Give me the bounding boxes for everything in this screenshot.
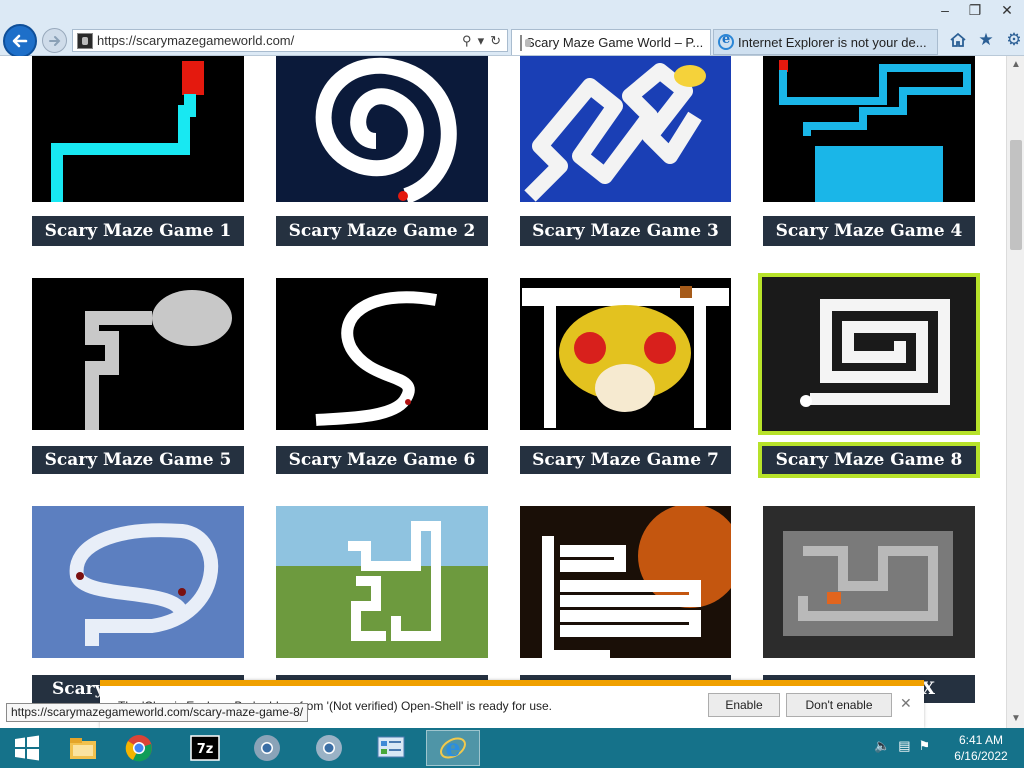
settings-gear-icon[interactable]: ⚙ — [1004, 30, 1024, 50]
game-label-8[interactable]: Scary Maze Game 8 — [762, 446, 976, 474]
maze-thumbnail-5[interactable] — [32, 278, 244, 430]
network-icon[interactable]: ▤ — [898, 738, 910, 754]
maze-thumbnail-1[interactable] — [32, 56, 244, 202]
maze-thumbnail-6[interactable] — [276, 278, 488, 430]
game-label-4[interactable]: Scary Maze Game 4 — [763, 216, 975, 246]
internet-explorer-icon — [718, 32, 734, 50]
chrome-icon[interactable] — [112, 730, 166, 766]
clock-date: 6/16/2022 — [954, 749, 1008, 763]
game-label-1[interactable]: Scary Maze Game 1 — [32, 216, 244, 246]
site-favicon — [77, 32, 93, 49]
clock-time: 6:41 AM — [958, 733, 1004, 747]
address-url[interactable]: https://scarymazegameworld.com/ — [97, 33, 462, 48]
maze-thumbnail-7[interactable] — [520, 278, 731, 430]
speaker-muted-icon[interactable]: 🔈 — [874, 738, 890, 754]
back-button[interactable] — [3, 24, 37, 58]
site-favicon — [520, 34, 531, 51]
scroll-up-arrow-icon[interactable]: ▲ — [1007, 56, 1024, 74]
link-status-tooltip: https://scarymazegameworld.com/scary-maz… — [6, 703, 309, 722]
close-tab-icon[interactable]: ✕ — [703, 35, 710, 51]
forward-button[interactable] — [42, 28, 67, 53]
search-icon[interactable]: ⚲ — [462, 33, 472, 49]
chrome-beta-icon[interactable] — [302, 730, 356, 766]
game-label-5[interactable]: Scary Maze Game 5 — [32, 446, 244, 474]
maze-thumbnail-12[interactable] — [763, 506, 975, 658]
7-zip-icon[interactable]: 7z — [178, 730, 232, 766]
maze-thumbnail-2[interactable] — [276, 56, 488, 202]
maze-thumbnail-3[interactable] — [520, 56, 731, 202]
maze-thumbnail-10[interactable] — [276, 506, 488, 658]
chrome-canary-icon[interactable] — [240, 730, 294, 766]
windows-start-icon[interactable] — [0, 730, 54, 766]
close-notification-icon[interactable]: ✕ — [900, 695, 912, 712]
scroll-down-arrow-icon[interactable]: ▼ — [1007, 710, 1024, 728]
internet-explorer-taskbar-icon[interactable]: e — [426, 730, 480, 766]
game-label-2[interactable]: Scary Maze Game 2 — [276, 216, 488, 246]
maze-thumbnail-11[interactable] — [520, 506, 731, 658]
dropdown-arrow-icon[interactable]: ▾ — [478, 33, 485, 49]
maze-thumbnail-9[interactable] — [32, 506, 244, 658]
home-icon[interactable] — [948, 30, 968, 50]
tab-title: Scary Maze Game World – P... — [526, 35, 704, 50]
close-window-button[interactable]: ✕ — [990, 0, 1024, 20]
action-center-icon[interactable]: ⚑ — [918, 738, 930, 754]
file-explorer-icon[interactable] — [56, 730, 110, 766]
favorites-star-icon[interactable]: ★ — [976, 30, 996, 50]
address-bar[interactable]: https://scarymazegameworld.com/ ⚲ ▾ ↻ — [72, 29, 508, 52]
arrow-left-icon — [12, 34, 28, 48]
enable-button[interactable]: Enable — [708, 693, 780, 717]
tab-internet-explorer-default[interactable]: Internet Explorer is not your de... — [713, 29, 938, 55]
minimize-button[interactable]: – — [930, 0, 960, 20]
game-label-6[interactable]: Scary Maze Game 6 — [276, 446, 488, 474]
svg-text:7z: 7z — [197, 742, 214, 757]
control-panel-icon[interactable] — [364, 730, 418, 766]
maze-thumbnail-8[interactable] — [762, 277, 976, 431]
browser-toolbar: – ❐ ✕ https://scarymazegameworld.com/ ⚲ … — [0, 0, 1024, 58]
system-tray: 🔈 ▤ ⚑ — [874, 738, 930, 754]
taskbar-clock[interactable]: 6:41 AM 6/16/2022 — [946, 732, 1016, 764]
tab-scary-maze-game-world[interactable]: Scary Maze Game World – P... ✕ — [511, 29, 711, 55]
maze-thumbnail-4[interactable] — [763, 56, 975, 202]
game-label-3[interactable]: Scary Maze Game 3 — [520, 216, 731, 246]
tab-title: Internet Explorer is not your de... — [738, 34, 927, 50]
arrow-right-icon — [48, 35, 60, 46]
maximize-button[interactable]: ❐ — [960, 0, 990, 20]
refresh-icon[interactable]: ↻ — [490, 33, 501, 49]
scrollbar-thumb[interactable] — [1010, 140, 1022, 250]
game-label-7[interactable]: Scary Maze Game 7 — [520, 446, 731, 474]
vertical-scrollbar[interactable]: ▲ ▼ — [1006, 56, 1024, 728]
page-content: Scary Maze Game 1 Scary Maze Game 2 Scar… — [0, 56, 1006, 728]
dont-enable-button[interactable]: Don't enable — [786, 693, 892, 717]
svg-text:e: e — [445, 733, 460, 762]
windows-taskbar: 7z e 🔈 ▤ ⚑ 6:41 AM 6/16/2022 — [0, 728, 1024, 768]
